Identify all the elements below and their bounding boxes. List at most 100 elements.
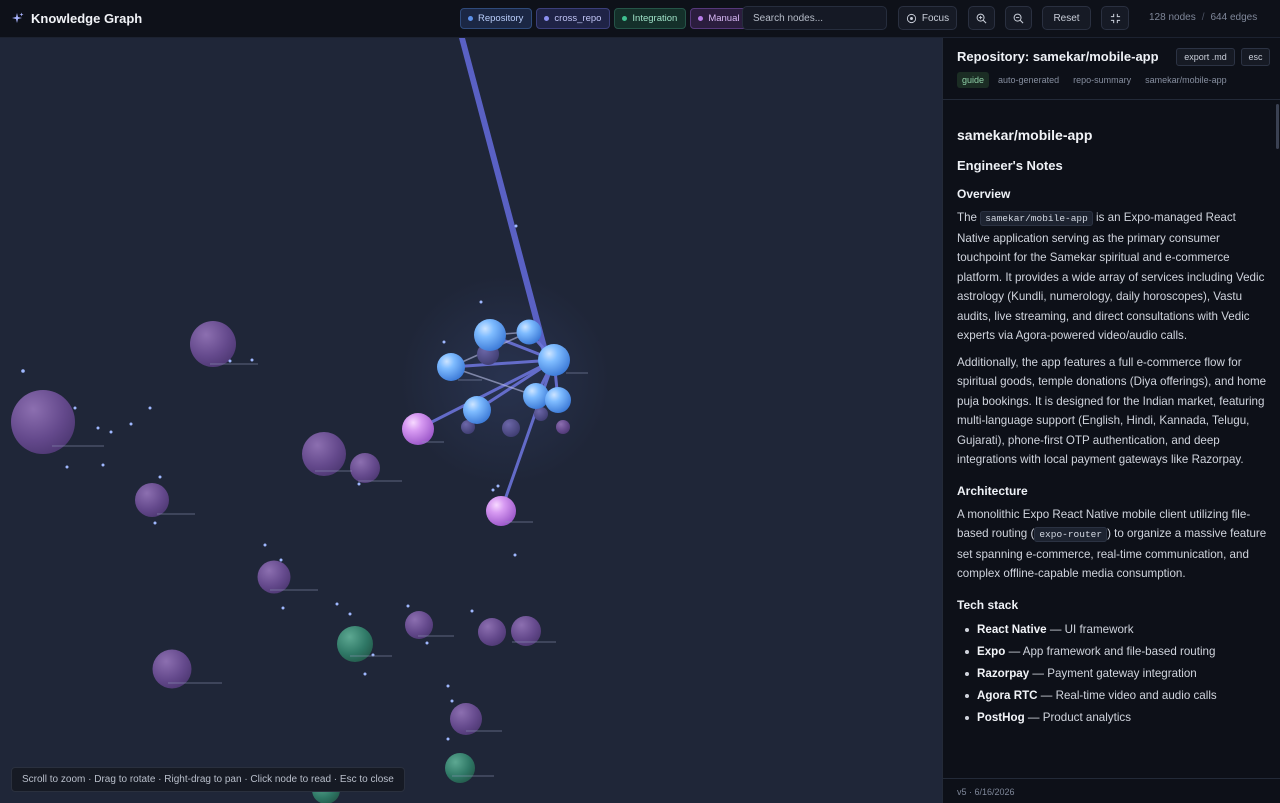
overview-heading: Overview [957,187,1011,201]
target-icon [906,13,916,23]
leaf-dot[interactable] [450,699,454,703]
text-run: The [957,211,981,224]
panel-header: Repository: samekar/mobile-app export .m… [943,38,1280,100]
repository-node[interactable] [545,387,571,413]
leaf-dot[interactable] [250,358,254,362]
sparkle-icon [11,12,24,25]
stack-desc: — UI framework [1046,622,1134,636]
stack-desc: — App framework and file-based routing [1005,644,1216,658]
list-item: React Native — UI framework [957,619,1267,641]
list-item: Agora RTC — Real-time video and audio ca… [957,685,1267,707]
leaf-dot[interactable] [514,224,518,228]
leaf-dot[interactable] [65,465,69,469]
leaf-dot[interactable] [96,426,100,430]
cross-repo-node[interactable] [257,560,291,594]
leaf-dot[interactable] [513,553,517,557]
fit-view-button[interactable] [1101,6,1129,30]
manual-node[interactable] [402,413,434,445]
architecture-heading: Architecture [957,483,1028,498]
filter-label: Integration [632,13,678,24]
reset-button[interactable]: Reset [1042,6,1091,30]
leaf-dot[interactable] [406,604,410,608]
repository-node-selected[interactable] [538,344,570,376]
graph-node[interactable] [556,420,570,434]
cross-repo-node[interactable] [350,453,380,483]
cross-repo-node[interactable] [450,703,482,735]
repository-node[interactable] [523,383,549,409]
cross-repo-node[interactable] [478,618,506,646]
leaf-dot[interactable] [21,369,25,373]
leaf-dot[interactable] [348,612,352,616]
leaf-dot[interactable] [357,482,361,486]
export-md-button[interactable]: export .md [1176,48,1235,66]
graph-node[interactable] [534,407,548,421]
repository-node[interactable] [474,319,506,351]
manual-dot-icon [698,16,704,21]
search-input[interactable] [742,6,887,30]
graph-node[interactable] [502,419,520,437]
stack-desc: — Product analytics [1024,710,1131,724]
tag-auto-generated[interactable]: auto-generated [993,72,1064,88]
leaf-dot[interactable] [442,340,446,344]
leaf-dot[interactable] [491,488,495,492]
repository-node[interactable] [516,319,542,345]
inline-code: samekar/mobile-app [980,211,1093,226]
leaf-dot[interactable] [496,484,500,488]
leaf-dot[interactable] [228,359,232,363]
filter-repository[interactable]: Repository [460,8,533,29]
tag-repo-summary[interactable]: repo-summary [1068,72,1136,88]
repository-node[interactable] [463,396,491,424]
overview-paragraph: The samekar/mobile-app is an Expo-manage… [957,208,1267,346]
leaf-dot[interactable] [109,430,113,434]
leaf-dot[interactable] [279,558,283,562]
leaf-dot[interactable] [446,684,450,688]
list-item: Expo — App framework and file-based rout… [957,641,1267,663]
leaf-dot[interactable] [281,606,285,610]
leaf-dot[interactable] [101,463,105,467]
leaf-dot[interactable] [73,406,77,410]
cross-repo-node[interactable] [11,390,75,454]
integration-dot-icon [622,16,628,21]
graph-canvas[interactable]: Scroll to zoom · Drag to rotate · Right-… [0,38,942,803]
app-title: Knowledge Graph [31,11,143,26]
leaf-dot[interactable] [470,609,474,613]
cross-repo-node[interactable] [135,483,169,517]
edge-count: 644 edges [1210,12,1258,23]
tag-repo-name[interactable]: samekar/mobile-app [1140,72,1232,88]
repository-node[interactable] [437,353,465,381]
tag-guide[interactable]: guide [957,72,990,88]
leaf-dot[interactable] [446,737,450,741]
panel-content[interactable]: samekar/mobile-app Engineer's Notes Over… [943,101,1280,778]
leaf-dot[interactable] [148,406,152,410]
reset-label: Reset [1053,12,1080,24]
inline-code: expo-router [1034,527,1108,542]
filter-manual[interactable]: Manual [690,8,749,29]
leaf-dot[interactable] [335,602,339,606]
focus-button[interactable]: Focus [898,6,957,30]
leaf-dot[interactable] [153,521,157,525]
detail-panel: Repository: samekar/mobile-app export .m… [942,38,1280,803]
integration-node[interactable] [337,626,373,662]
list-item: Razorpay — Payment gateway integration [957,663,1267,685]
stack-name: React Native [977,622,1047,636]
cluster-halo [400,275,610,485]
graph-svg[interactable] [0,38,942,803]
cross-repo-node[interactable] [302,432,346,476]
panel-title: Repository: samekar/mobile-app [957,49,1159,64]
leaf-dot[interactable] [129,422,133,426]
zoom-in-button[interactable] [968,6,995,30]
filter-integration[interactable]: Integration [614,8,687,29]
leaf-dot[interactable] [363,672,367,676]
doc-subtitle: Engineer's Notes [957,158,1063,173]
tech-stack-heading: Tech stack [957,597,1019,612]
zoom-out-button[interactable] [1005,6,1032,30]
filter-cross-repo[interactable]: cross_repo [536,8,611,29]
stack-name: Agora RTC [977,688,1038,702]
leaf-dot[interactable] [479,300,483,304]
close-panel-button[interactable]: esc [1241,48,1270,66]
cross-repo-node[interactable] [405,611,433,639]
leaf-dot[interactable] [263,543,267,547]
leaf-dot[interactable] [158,475,162,479]
leaf-dot[interactable] [425,641,429,645]
integration-node[interactable] [445,753,475,783]
